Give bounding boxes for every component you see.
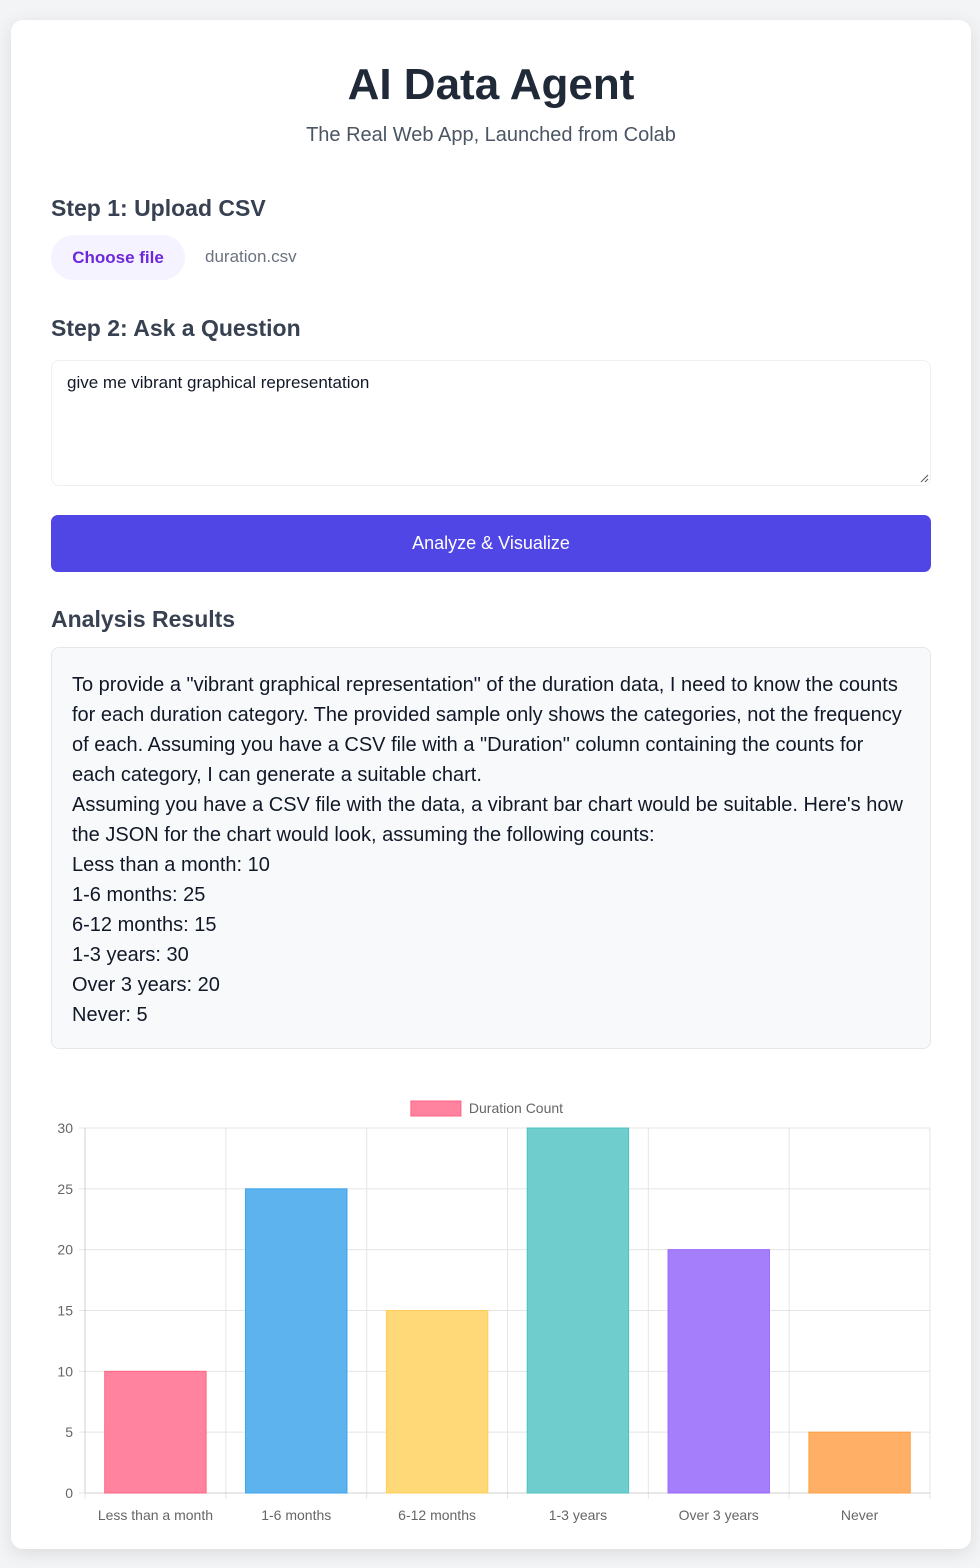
page-subtitle: The Real Web App, Launched from Colab <box>306 124 676 146</box>
y-tick-label: 10 <box>57 1363 73 1379</box>
x-tick-label: Over 3 years <box>679 1507 759 1523</box>
duration-bar-chart: 0 5 10 15 20 25 30 Less than a month 1-6 months 6… <box>11 1070 971 1530</box>
selected-file-name: duration.csv <box>205 247 297 266</box>
results-heading: Analysis Results <box>51 606 236 632</box>
result-line: Less than a month: 10 <box>72 854 270 876</box>
question-input[interactable] <box>51 360 931 486</box>
result-line: Assuming you have a CSV file with the da… <box>72 794 903 846</box>
y-tick-label: 20 <box>57 1242 73 1258</box>
x-tick-label: 1-6 months <box>261 1507 331 1523</box>
y-tick-label: 15 <box>57 1303 73 1319</box>
legend-label: Duration Count <box>469 1100 563 1116</box>
resize-handle-icon[interactable] <box>919 473 929 483</box>
result-line: 1-3 years: 30 <box>72 944 189 966</box>
x-tick-label: Never <box>841 1507 879 1523</box>
choose-file-button[interactable]: Choose file <box>51 235 185 280</box>
bar-less-than-a-month <box>104 1370 207 1494</box>
analyze-visualize-button[interactable]: Analyze & Visualize <box>51 515 931 572</box>
result-line: Over 3 years: 20 <box>72 974 220 996</box>
page-title: AI Data Agent <box>347 60 635 109</box>
bar-1-6-months <box>245 1188 348 1494</box>
x-tick-label: 6-12 months <box>398 1507 476 1523</box>
y-tick-label: 5 <box>65 1424 73 1440</box>
bar-6-12-months <box>385 1310 489 1494</box>
y-tick-label: 0 <box>65 1485 73 1501</box>
app-card: AI Data Agent The Real Web App, Launched… <box>11 20 971 1549</box>
legend-swatch <box>410 1100 462 1117</box>
x-tick-label: 1-3 years <box>549 1507 607 1523</box>
result-line: 6-12 months: 15 <box>72 914 217 936</box>
bar-never <box>808 1431 911 1494</box>
result-line: 1-6 months: 25 <box>72 884 206 906</box>
y-tick-label: 30 <box>57 1120 73 1136</box>
bar-1-3-years <box>526 1127 630 1494</box>
step1-heading: Step 1: Upload CSV <box>51 195 266 221</box>
y-tick-label: 25 <box>57 1181 73 1197</box>
result-line: To provide a "vibrant graphical represen… <box>72 674 902 786</box>
result-line: Never: 5 <box>72 1004 148 1026</box>
step2-heading: Step 2: Ask a Question <box>51 315 301 341</box>
chart-canvas: 0 5 10 15 20 25 30 Less than a month 1-6 months 6… <box>57 1100 931 1523</box>
analysis-results-box: To provide a "vibrant graphical represen… <box>51 647 931 1049</box>
bar-over-3-years <box>667 1249 770 1494</box>
x-tick-label: Less than a month <box>98 1507 213 1523</box>
